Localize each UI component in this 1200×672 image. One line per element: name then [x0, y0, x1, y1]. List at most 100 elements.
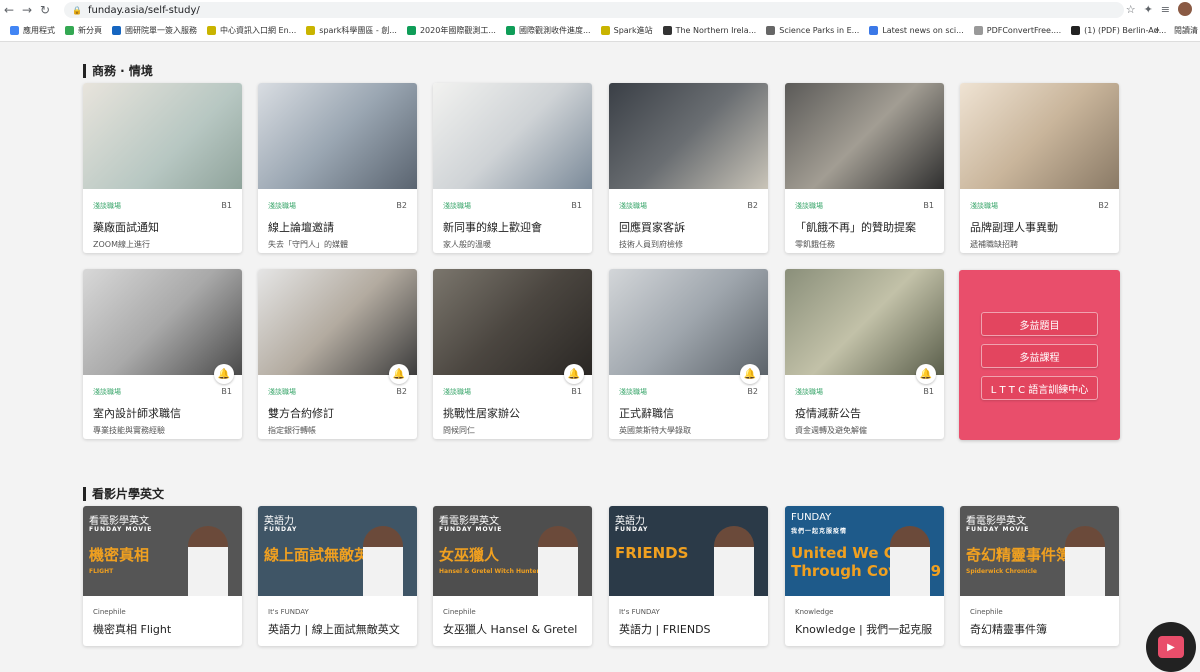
star-icon[interactable]: ☆	[1126, 3, 1136, 16]
movie-title[interactable]: Knowledge | 我們一起克服	[795, 621, 934, 637]
bell-icon[interactable]: 🔔	[564, 364, 584, 384]
host-figure	[188, 526, 228, 596]
lesson-thumbnail[interactable]	[433, 269, 592, 375]
lesson-thumbnail[interactable]	[258, 83, 417, 189]
lesson-title[interactable]: 正式辭職信	[619, 405, 758, 421]
lesson-thumbnail[interactable]	[258, 269, 417, 375]
lesson-thumbnail[interactable]	[609, 83, 768, 189]
lesson-thumbnail[interactable]	[785, 269, 944, 375]
movie-thumbnail[interactable]: 看電影學英文 FUNDAY MOVIE 女巫獵人 Hansel & Gretel Wi…	[433, 506, 592, 596]
lesson-thumbnail[interactable]	[609, 269, 768, 375]
address-bar[interactable]: 🔒 funday.asia/self-study/	[64, 2, 1124, 18]
lesson-card[interactable]: 🔔 淺談職場 B2 正式辭職信 英國萊斯特大學錄取	[609, 269, 768, 439]
bookmark-item[interactable]: Science Parks in E...	[766, 26, 859, 35]
extensions-icon[interactable]: ✦	[1144, 3, 1153, 16]
lesson-thumbnail[interactable]	[83, 83, 242, 189]
bookmark-item[interactable]: 國際觀測收件進度...	[505, 25, 591, 36]
lesson-title[interactable]: 回應買家客訴	[619, 219, 758, 235]
lesson-thumbnail[interactable]	[83, 269, 242, 375]
lesson-title[interactable]: 挑戰性居家辦公	[443, 405, 582, 421]
bookmark-item[interactable]: The Northern Irela...	[662, 26, 756, 35]
movie-category: Cinephile	[443, 608, 476, 616]
bell-icon[interactable]: 🔔	[740, 364, 760, 384]
bell-icon[interactable]: 🔔	[916, 364, 936, 384]
level-badge: B1	[923, 387, 934, 396]
movie-title[interactable]: 英語力 | FRIENDS	[619, 621, 758, 637]
lesson-meta: 淺談職場 B2 線上論壇邀請 失去「守門人」的媒體	[258, 189, 417, 253]
movie-card[interactable]: 英語力 FUNDAY 線上面試無敵英文 It's FUNDAY 英語力 | 線上面試無敵…	[258, 506, 417, 646]
movie-thumbnail[interactable]: 英語力 FUNDAY FRIENDS	[609, 506, 768, 596]
lesson-title[interactable]: 新同事的線上歡迎會	[443, 219, 582, 235]
lesson-card[interactable]: 淺談職場 B2 線上論壇邀請 失去「守門人」的媒體	[258, 83, 417, 253]
toeic-questions-button[interactable]: 多益題目	[981, 312, 1098, 336]
video-fab-button[interactable]: ▶	[1146, 622, 1196, 672]
reading-list-button[interactable]: 閱讀清	[1174, 25, 1198, 36]
bookmark-item[interactable]: spark科學團區 - 創...	[306, 25, 397, 36]
movie-title[interactable]: 機密真相 Flight	[93, 621, 232, 637]
movie-thumbnail[interactable]: 看電影學英文 FUNDAY MOVIE 機密真相 FLIGHT	[83, 506, 242, 596]
bookmark-item[interactable]: 應用程式	[10, 25, 55, 36]
movie-card[interactable]: 看電影學英文 FUNDAY MOVIE 女巫獵人 Hansel & Gretel Wi…	[433, 506, 592, 646]
forward-icon[interactable]: →	[18, 1, 36, 19]
movie-thumbnail[interactable]: FUNDAY 我們一起克服疫情 United We Get Through Covi…	[785, 506, 944, 596]
lesson-card[interactable]: 🔔 淺談職場 B1 挑戰性居家辦公 問候同仁	[433, 269, 592, 439]
lesson-title[interactable]: 雙方合約修訂	[268, 405, 407, 421]
bookmark-icon	[65, 26, 74, 35]
lttc-button[interactable]: L T T C 語言訓練中心	[981, 376, 1098, 400]
lesson-title[interactable]: 線上論壇邀請	[268, 219, 407, 235]
movie-thumbnail[interactable]: 看電影學英文 FUNDAY MOVIE 奇幻精靈事件簿 Spiderwick Chro…	[960, 506, 1119, 596]
lesson-card[interactable]: 淺談職場 B1 新同事的線上歡迎會 家人般的溫暖	[433, 83, 592, 253]
bookmark-item[interactable]: PDFConvertFree....	[973, 26, 1061, 35]
movie-banner-title: 看電影學英文	[89, 516, 149, 527]
bell-icon[interactable]: 🔔	[214, 364, 234, 384]
bookmark-item[interactable]: (1) (PDF) Berlin-Ad...	[1071, 26, 1166, 35]
lesson-card[interactable]: 淺談職場 B2 品牌副理人事異動 遞補職缺招聘	[960, 83, 1119, 253]
lesson-meta: 🔔 淺談職場 B1 室內設計師求職信 專業技能與實務經驗	[83, 364, 242, 439]
bookmark-item[interactable]: Latest news on sci...	[869, 26, 964, 35]
bookmark-item[interactable]: 國研院單一簽入服務	[112, 25, 197, 36]
bookmark-item[interactable]: 中心資訊入口網 En...	[207, 25, 296, 36]
bookmarks-more-icon[interactable]: »	[1154, 25, 1160, 36]
lesson-subtitle: 英國萊斯特大學錄取	[619, 426, 691, 435]
bookmark-item[interactable]: 新分頁	[65, 25, 102, 36]
movie-title[interactable]: 奇幻精靈事件簿	[970, 621, 1109, 637]
lesson-title[interactable]: 品牌副理人事異動	[970, 219, 1109, 235]
lesson-thumbnail[interactable]	[785, 83, 944, 189]
lesson-card[interactable]: 淺談職場 B2 回應買家客訴 技術人員到府檢修	[609, 83, 768, 253]
movie-banner-en: FLIGHT	[89, 568, 114, 575]
lesson-subtitle: 技術人員到府檢修	[619, 240, 683, 249]
lesson-card[interactable]: 🔔 淺談職場 B1 疫情減薪公告 資金週轉及避免解僱	[785, 269, 944, 439]
bookmark-label: Latest news on sci...	[882, 26, 964, 35]
url-text: funday.asia/self-study/	[87, 4, 200, 16]
movie-card[interactable]: 英語力 FUNDAY FRIENDS It's FUNDAY 英語力 | FRIENDS	[609, 506, 768, 646]
bookmark-item[interactable]: Spark進站	[600, 25, 653, 36]
bell-icon[interactable]: 🔔	[389, 364, 409, 384]
movie-title[interactable]: 女巫獵人 Hansel & Gretel	[443, 621, 582, 637]
movie-thumbnail[interactable]: 英語力 FUNDAY 線上面試無敵英文	[258, 506, 417, 596]
back-icon[interactable]: ←	[0, 1, 18, 19]
movie-banner-sub: FUNDAY	[615, 526, 649, 533]
movie-card[interactable]: FUNDAY 我們一起克服疫情 United We Get Through Covi…	[785, 506, 944, 646]
lesson-title[interactable]: 藥廠面試通知	[93, 219, 232, 235]
reload-icon[interactable]: ↻	[36, 1, 54, 19]
lesson-title[interactable]: 疫情減薪公告	[795, 405, 934, 421]
toeic-course-button[interactable]: 多益課程	[981, 344, 1098, 368]
profile-avatar[interactable]	[1178, 2, 1192, 16]
lesson-thumbnail[interactable]	[433, 83, 592, 189]
movie-card[interactable]: 看電影學英文 FUNDAY MOVIE 機密真相 FLIGHT Cinephile 機密真…	[83, 506, 242, 646]
lesson-card[interactable]: 🔔 淺談職場 B1 室內設計師求職信 專業技能與實務經驗	[83, 269, 242, 439]
lesson-card[interactable]: 🔔 淺談職場 B2 雙方合約修訂 指定銀行轉帳	[258, 269, 417, 439]
lesson-card[interactable]: 淺談職場 B1 「飢餓不再」的贊助提案 零飢餓任務	[785, 83, 944, 253]
lesson-title[interactable]: 室內設計師求職信	[93, 405, 232, 421]
movie-card[interactable]: 看電影學英文 FUNDAY MOVIE 奇幻精靈事件簿 Spiderwick Chro…	[960, 506, 1119, 646]
bookmark-label: Spark進站	[613, 26, 653, 35]
media-icon[interactable]: ≡	[1161, 3, 1170, 16]
lesson-meta: 淺談職場 B1 藥廠面試通知 ZOOM線上進行	[83, 189, 242, 253]
lesson-title[interactable]: 「飢餓不再」的贊助提案	[795, 219, 934, 235]
movie-title[interactable]: 英語力 | 線上面試無敵英文	[268, 621, 407, 637]
lesson-card[interactable]: 淺談職場 B1 藥廠面試通知 ZOOM線上進行	[83, 83, 242, 253]
bookmark-icon	[10, 26, 19, 35]
lesson-thumbnail[interactable]	[960, 83, 1119, 189]
lesson-tag: 淺談職場	[268, 388, 296, 396]
bookmark-item[interactable]: 2020年國際觀測工...	[406, 25, 496, 36]
